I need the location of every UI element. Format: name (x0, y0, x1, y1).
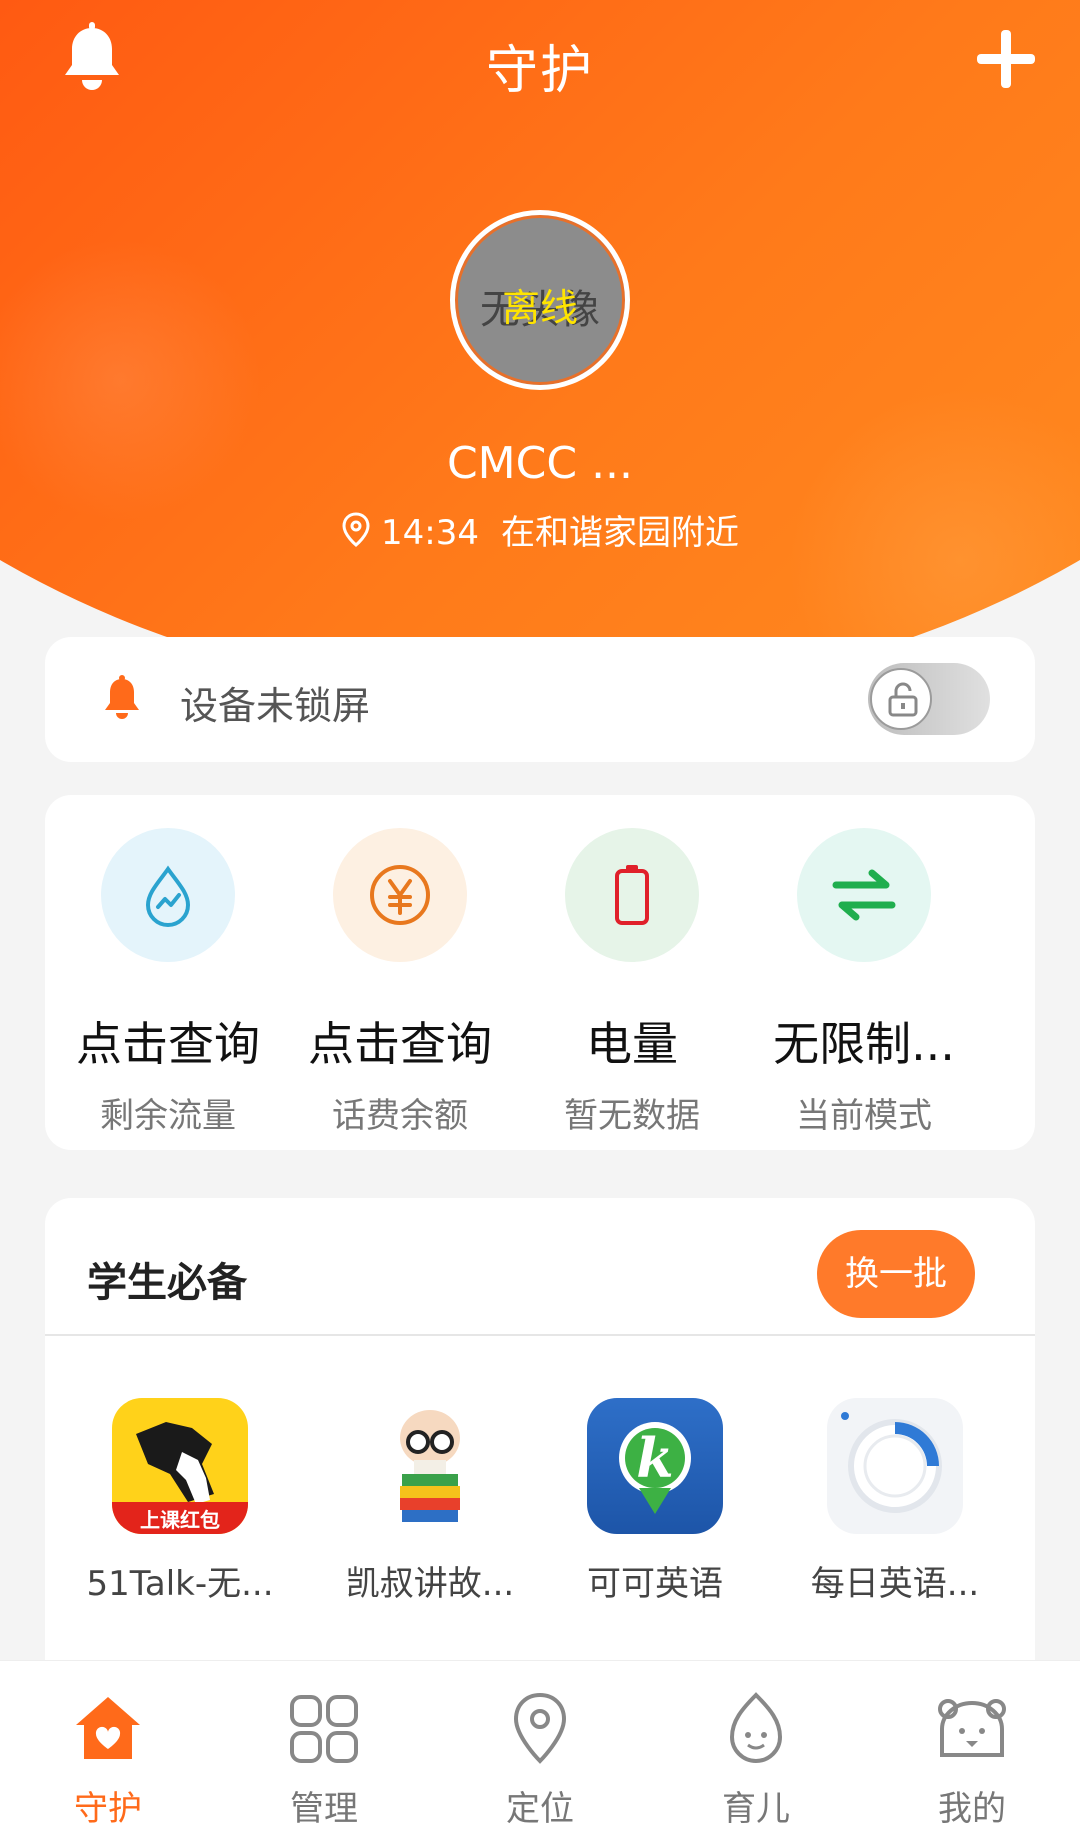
app-item-kaishu[interactable]: 凯叔讲故... (305, 1398, 555, 1605)
lock-toggle[interactable] (868, 663, 990, 735)
lock-status-card: 设备未锁屏 (45, 637, 1035, 762)
stat-sub: 当前模式 (796, 1096, 932, 1136)
stat-icon-bg (565, 828, 699, 962)
app-icon-kaishu (362, 1398, 498, 1534)
grid-icon (290, 1695, 358, 1763)
nav-label: 育儿 (722, 1789, 790, 1829)
stat-sub: 剩余流量 (100, 1096, 236, 1136)
stat-balance[interactable]: 点击查询 话费余额 (284, 795, 516, 1137)
plus-icon[interactable] (975, 28, 1037, 90)
stat-main: 点击查询 (76, 1017, 260, 1071)
battery-icon (615, 865, 649, 925)
bottom-nav: 守护 管理 定位 育儿 我的 (0, 1660, 1080, 1839)
app-glyph: k (636, 1426, 674, 1490)
location-pin-icon (513, 1692, 567, 1764)
section-title: 学生必备 (87, 1260, 247, 1306)
stat-sub: 暂无数据 (564, 1096, 700, 1136)
nav-item-locate[interactable]: 定位 (432, 1691, 648, 1830)
yuan-icon (370, 865, 430, 925)
app-name: 可可英语 (587, 1564, 723, 1604)
lock-status-text: 设备未锁屏 (180, 684, 371, 728)
bell-icon (105, 675, 139, 719)
app-name: 51Talk-无... (86, 1564, 274, 1604)
stat-battery[interactable]: 电量 暂无数据 (516, 795, 748, 1137)
grandpa-face-icon (400, 1410, 460, 1522)
nav-item-mine[interactable]: 我的 (864, 1691, 1080, 1830)
device-name[interactable]: CMCC ... (0, 438, 1080, 489)
stat-icon-bg (333, 828, 467, 962)
student-essentials-card: 学生必备 换一批 上课红包 51Talk-无... 凯叔讲故... k 可可英语… (45, 1198, 1035, 1698)
app-icon-daily-english (827, 1398, 963, 1534)
top-bar: 守护 (0, 0, 1080, 130)
location-time: 14:34 (381, 513, 479, 553)
location-text: 在和谐家园附近 (500, 513, 739, 553)
nav-label: 定位 (506, 1789, 574, 1829)
app-icon-keke: k (587, 1398, 723, 1534)
toggle-knob (870, 668, 932, 730)
nav-item-guard[interactable]: 守护 (0, 1691, 216, 1830)
status-badge: 离线 (501, 286, 578, 330)
nav-item-manage[interactable]: 管理 (216, 1691, 432, 1830)
app-badge: 上课红包 (140, 1508, 220, 1532)
avatar[interactable]: 无头像 离线 (450, 210, 630, 390)
stat-icon-bg (797, 828, 931, 962)
page-title: 守护 (485, 41, 594, 101)
sprout-face-icon (729, 1692, 783, 1763)
stat-icon-bg (101, 828, 235, 962)
stats-card: 点击查询 剩余流量 点击查询 话费余额 电量 暂无数据 无限制... 当前模式 (45, 795, 1035, 1150)
bear-face-icon (938, 1699, 1006, 1757)
refresh-button[interactable]: 换一批 (817, 1230, 975, 1318)
app-name: 每日英语... (810, 1564, 980, 1604)
app-item-daily-english[interactable]: 每日英语... (770, 1398, 1020, 1605)
dial-icon (841, 1412, 942, 1513)
nav-label: 管理 (290, 1789, 358, 1829)
nav-label: 我的 (938, 1789, 1006, 1829)
home-icon (76, 1697, 140, 1759)
stat-main: 无限制... (773, 1017, 955, 1071)
data-drop-icon (145, 865, 191, 927)
app-icon-51talk: 上课红包 (112, 1398, 248, 1534)
swap-arrows-icon (832, 869, 896, 921)
app-name: 凯叔讲故... (345, 1564, 515, 1604)
location-pin-icon (342, 512, 370, 547)
stat-sub: 话费余额 (332, 1096, 468, 1136)
nav-label: 守护 (74, 1789, 142, 1829)
stat-main: 点击查询 (308, 1017, 492, 1071)
stat-mode[interactable]: 无限制... 当前模式 (748, 795, 980, 1137)
divider (45, 1334, 1035, 1336)
location-row[interactable]: 14:34 在和谐家园附近 (0, 505, 1080, 554)
app-item-keke[interactable]: k 可可英语 (530, 1398, 780, 1605)
app-item-51talk[interactable]: 上课红包 51Talk-无... (55, 1398, 305, 1605)
stat-data-usage[interactable]: 点击查询 剩余流量 (52, 795, 284, 1137)
unlock-icon (888, 682, 918, 717)
stat-main: 电量 (586, 1017, 678, 1071)
nav-item-parenting[interactable]: 育儿 (648, 1691, 864, 1830)
